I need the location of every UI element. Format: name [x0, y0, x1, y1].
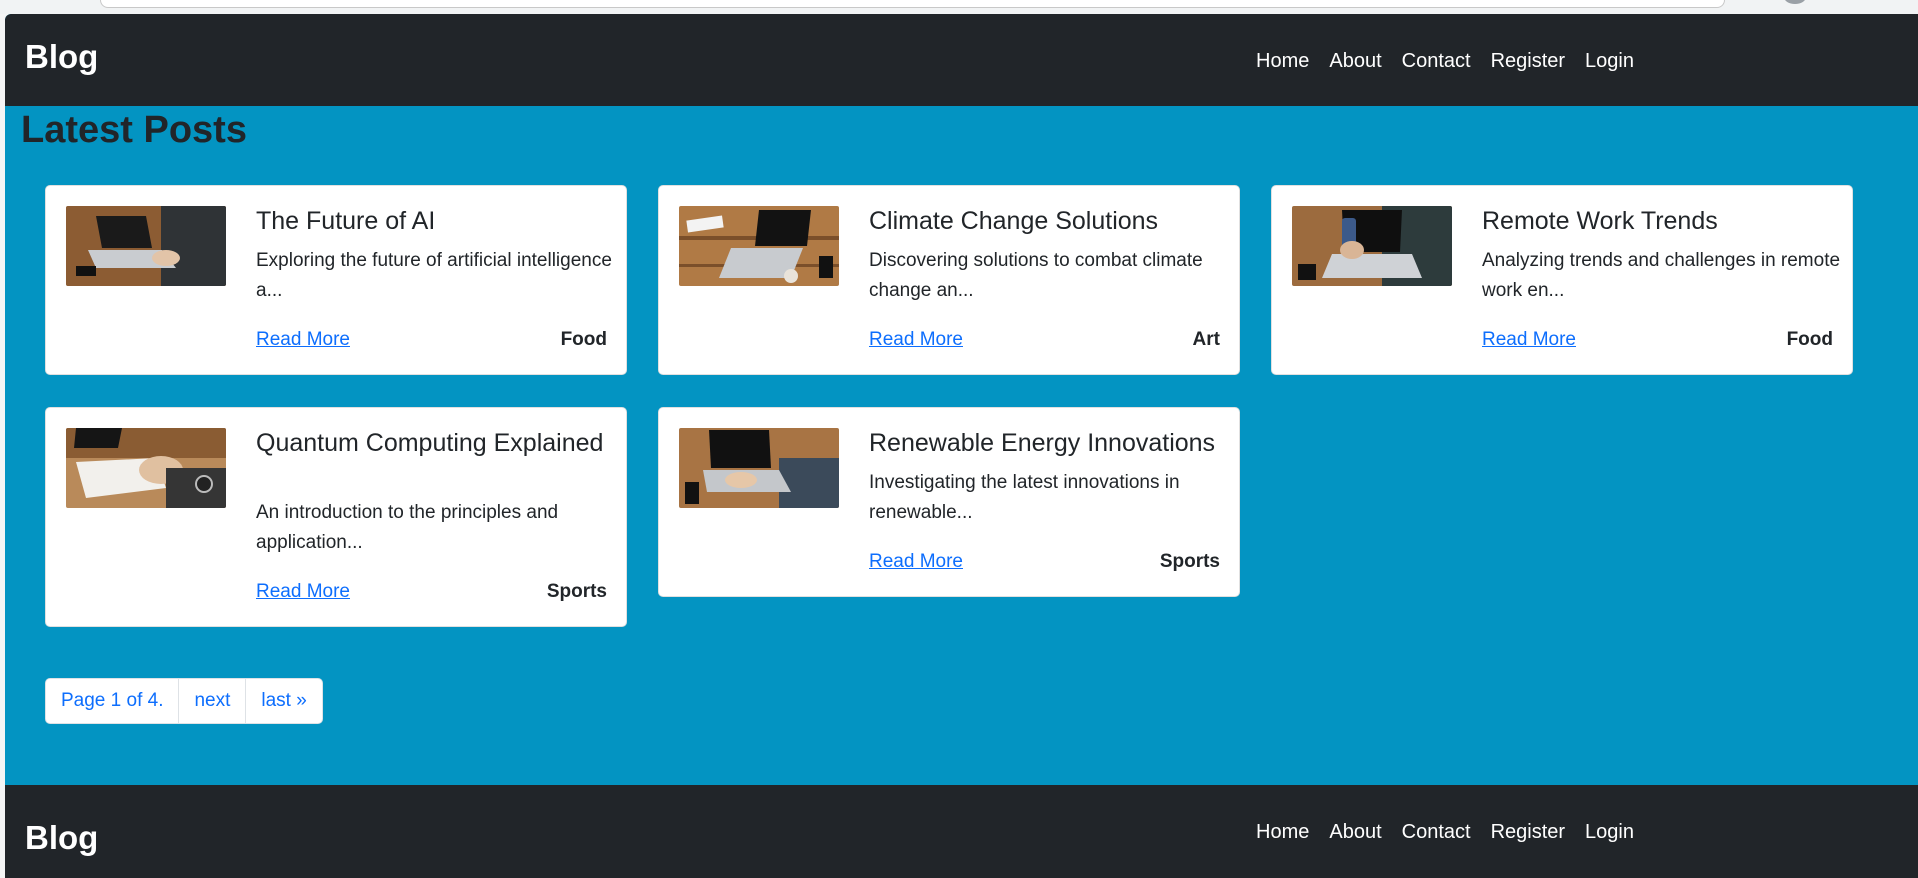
- navbar-brand[interactable]: Blog: [25, 38, 98, 76]
- pagination-last-link[interactable]: last »: [246, 679, 321, 723]
- post-card: Quantum Computing Explained An introduct…: [45, 407, 627, 627]
- footer-login-link[interactable]: Login: [1575, 807, 1644, 858]
- page-title: Latest Posts: [21, 109, 247, 151]
- laptop-photo-icon[interactable]: [679, 428, 839, 508]
- post-excerpt: Exploring the future of artificial intel…: [256, 250, 612, 301]
- laptop-photo-icon[interactable]: [679, 206, 839, 286]
- laptop-photo-icon[interactable]: [66, 206, 226, 286]
- nav-login-link[interactable]: Login: [1575, 36, 1644, 87]
- footer-brand[interactable]: Blog: [25, 819, 98, 857]
- footer-links: Home About Contact Register Login: [1246, 807, 1644, 858]
- pagination: Page 1 of 4. next last »: [45, 678, 323, 724]
- footer-register-link[interactable]: Register: [1481, 807, 1575, 858]
- pagination-status: Page 1 of 4.: [46, 679, 180, 723]
- read-more-link[interactable]: Read More: [256, 581, 350, 603]
- post-category: Food: [560, 329, 607, 350]
- read-more-link[interactable]: Read More: [1482, 329, 1576, 351]
- post-title[interactable]: Climate Change Solutions: [869, 206, 1229, 236]
- post-excerpt: Discovering solutions to combat climate …: [869, 250, 1203, 301]
- read-more-link[interactable]: Read More: [869, 551, 963, 573]
- footer-about-link[interactable]: About: [1319, 807, 1391, 858]
- post-title[interactable]: Remote Work Trends: [1482, 206, 1842, 236]
- post-title[interactable]: Quantum Computing Explained: [256, 428, 616, 458]
- footer-contact-link[interactable]: Contact: [1392, 807, 1481, 858]
- nav-register-link[interactable]: Register: [1481, 36, 1575, 87]
- pagination-next-link[interactable]: next: [179, 679, 247, 723]
- post-card: Climate Change Solutions Discovering sol…: [658, 185, 1240, 375]
- post-excerpt: Analyzing trends and challenges in remot…: [1482, 250, 1841, 301]
- address-bar-edge[interactable]: [100, 0, 1725, 8]
- page: Blog Home About Contact Register Login L…: [5, 14, 1918, 878]
- navbar-links: Home About Contact Register Login: [1246, 36, 1644, 87]
- post-title[interactable]: Renewable Energy Innovations: [869, 428, 1229, 458]
- post-card: Remote Work Trends Analyzing trends and …: [1271, 185, 1853, 375]
- read-more-link[interactable]: Read More: [869, 329, 963, 351]
- post-excerpt: Investigating the latest innovations in …: [869, 472, 1180, 523]
- nav-home-link[interactable]: Home: [1246, 36, 1319, 87]
- laptop-photo-icon[interactable]: [1292, 206, 1452, 286]
- post-card: The Future of AI Exploring the future of…: [45, 185, 627, 375]
- footer: Blog Home About Contact Register Login: [5, 785, 1918, 878]
- post-title[interactable]: The Future of AI: [256, 206, 616, 236]
- read-more-link[interactable]: Read More: [256, 329, 350, 351]
- nav-about-link[interactable]: About: [1319, 36, 1391, 87]
- laptop-photo-icon[interactable]: [66, 428, 226, 508]
- post-category: Sports: [1159, 551, 1220, 572]
- post-category: Art: [1192, 329, 1220, 350]
- post-card: Renewable Energy Innovations Investigati…: [658, 407, 1240, 597]
- post-category: Sports: [546, 581, 607, 602]
- post-excerpt: An introduction to the principles and ap…: [256, 502, 559, 553]
- footer-home-link[interactable]: Home: [1246, 807, 1319, 858]
- profile-avatar-icon[interactable]: [1784, 0, 1806, 4]
- nav-contact-link[interactable]: Contact: [1392, 36, 1481, 87]
- post-category: Food: [1786, 329, 1833, 350]
- top-navbar: Blog Home About Contact Register Login: [5, 14, 1918, 106]
- browser-chrome-strip: [0, 0, 1918, 14]
